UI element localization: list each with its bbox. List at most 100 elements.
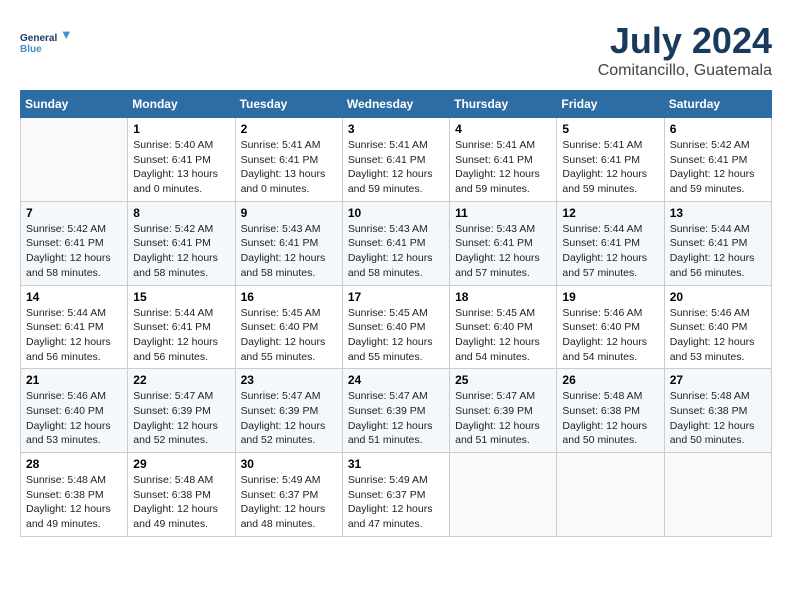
day-info: Sunrise: 5:41 AM Sunset: 6:41 PM Dayligh… xyxy=(348,138,444,197)
day-info: Sunrise: 5:49 AM Sunset: 6:37 PM Dayligh… xyxy=(348,473,444,532)
day-cell: 5 Sunrise: 5:41 AM Sunset: 6:41 PM Dayli… xyxy=(557,118,664,202)
day-cell: 24 Sunrise: 5:47 AM Sunset: 6:39 PM Dayl… xyxy=(342,369,449,453)
sunrise-label: Sunrise: 5:49 AM xyxy=(348,474,428,486)
sunrise-label: Sunrise: 5:48 AM xyxy=(133,474,213,486)
sunrise-label: Sunrise: 5:42 AM xyxy=(133,223,213,235)
day-cell: 29 Sunrise: 5:48 AM Sunset: 6:38 PM Dayl… xyxy=(128,453,235,537)
sunrise-label: Sunrise: 5:44 AM xyxy=(26,307,106,319)
day-info: Sunrise: 5:48 AM Sunset: 6:38 PM Dayligh… xyxy=(562,389,658,448)
sunrise-label: Sunrise: 5:41 AM xyxy=(562,139,642,151)
day-cell: 9 Sunrise: 5:43 AM Sunset: 6:41 PM Dayli… xyxy=(235,201,342,285)
week-row-5: 28 Sunrise: 5:48 AM Sunset: 6:38 PM Dayl… xyxy=(21,453,772,537)
daylight-label: Daylight: 12 hours and 57 minutes. xyxy=(455,252,540,279)
day-cell: 16 Sunrise: 5:45 AM Sunset: 6:40 PM Dayl… xyxy=(235,285,342,369)
daylight-label: Daylight: 12 hours and 58 minutes. xyxy=(348,252,433,279)
sunrise-label: Sunrise: 5:43 AM xyxy=(241,223,321,235)
day-number: 21 xyxy=(26,373,122,387)
daylight-label: Daylight: 13 hours and 0 minutes. xyxy=(133,168,218,195)
day-number: 29 xyxy=(133,457,229,471)
daylight-label: Daylight: 12 hours and 56 minutes. xyxy=(133,336,218,363)
sunset-label: Sunset: 6:41 PM xyxy=(241,154,319,166)
day-cell: 17 Sunrise: 5:45 AM Sunset: 6:40 PM Dayl… xyxy=(342,285,449,369)
day-cell xyxy=(664,453,771,537)
day-number: 19 xyxy=(562,290,658,304)
day-info: Sunrise: 5:47 AM Sunset: 6:39 PM Dayligh… xyxy=(133,389,229,448)
daylight-label: Daylight: 12 hours and 58 minutes. xyxy=(26,252,111,279)
daylight-label: Daylight: 12 hours and 54 minutes. xyxy=(455,336,540,363)
day-info: Sunrise: 5:42 AM Sunset: 6:41 PM Dayligh… xyxy=(26,222,122,281)
daylight-label: Daylight: 12 hours and 52 minutes. xyxy=(133,420,218,447)
daylight-label: Daylight: 12 hours and 52 minutes. xyxy=(241,420,326,447)
sunset-label: Sunset: 6:41 PM xyxy=(348,237,426,249)
sunrise-label: Sunrise: 5:46 AM xyxy=(670,307,750,319)
daylight-label: Daylight: 12 hours and 47 minutes. xyxy=(348,503,433,530)
sunset-label: Sunset: 6:38 PM xyxy=(670,405,748,417)
sunset-label: Sunset: 6:40 PM xyxy=(348,321,426,333)
sunset-label: Sunset: 6:38 PM xyxy=(133,489,211,501)
svg-text:Blue: Blue xyxy=(20,44,42,55)
day-info: Sunrise: 5:45 AM Sunset: 6:40 PM Dayligh… xyxy=(455,306,551,365)
daylight-label: Daylight: 12 hours and 59 minutes. xyxy=(562,168,647,195)
sunrise-label: Sunrise: 5:44 AM xyxy=(562,223,642,235)
daylight-label: Daylight: 12 hours and 53 minutes. xyxy=(26,420,111,447)
day-cell: 31 Sunrise: 5:49 AM Sunset: 6:37 PM Dayl… xyxy=(342,453,449,537)
daylight-label: Daylight: 12 hours and 51 minutes. xyxy=(455,420,540,447)
day-info: Sunrise: 5:47 AM Sunset: 6:39 PM Dayligh… xyxy=(348,389,444,448)
day-cell: 30 Sunrise: 5:49 AM Sunset: 6:37 PM Dayl… xyxy=(235,453,342,537)
sunset-label: Sunset: 6:41 PM xyxy=(670,237,748,249)
sunrise-label: Sunrise: 5:42 AM xyxy=(26,223,106,235)
day-number: 13 xyxy=(670,206,766,220)
sunrise-label: Sunrise: 5:41 AM xyxy=(348,139,428,151)
day-info: Sunrise: 5:48 AM Sunset: 6:38 PM Dayligh… xyxy=(133,473,229,532)
column-header-saturday: Saturday xyxy=(664,91,771,118)
day-cell: 12 Sunrise: 5:44 AM Sunset: 6:41 PM Dayl… xyxy=(557,201,664,285)
day-info: Sunrise: 5:44 AM Sunset: 6:41 PM Dayligh… xyxy=(26,306,122,365)
day-number: 4 xyxy=(455,122,551,136)
daylight-label: Daylight: 12 hours and 58 minutes. xyxy=(133,252,218,279)
day-cell: 19 Sunrise: 5:46 AM Sunset: 6:40 PM Dayl… xyxy=(557,285,664,369)
day-number: 18 xyxy=(455,290,551,304)
sunrise-label: Sunrise: 5:45 AM xyxy=(455,307,535,319)
daylight-label: Daylight: 12 hours and 59 minutes. xyxy=(348,168,433,195)
sunset-label: Sunset: 6:40 PM xyxy=(455,321,533,333)
sunrise-label: Sunrise: 5:44 AM xyxy=(670,223,750,235)
day-info: Sunrise: 5:42 AM Sunset: 6:41 PM Dayligh… xyxy=(670,138,766,197)
sunset-label: Sunset: 6:39 PM xyxy=(455,405,533,417)
daylight-label: Daylight: 12 hours and 59 minutes. xyxy=(670,168,755,195)
sunrise-label: Sunrise: 5:47 AM xyxy=(455,390,535,402)
daylight-label: Daylight: 12 hours and 50 minutes. xyxy=(670,420,755,447)
day-cell: 13 Sunrise: 5:44 AM Sunset: 6:41 PM Dayl… xyxy=(664,201,771,285)
day-info: Sunrise: 5:46 AM Sunset: 6:40 PM Dayligh… xyxy=(562,306,658,365)
day-info: Sunrise: 5:47 AM Sunset: 6:39 PM Dayligh… xyxy=(455,389,551,448)
sunrise-label: Sunrise: 5:48 AM xyxy=(26,474,106,486)
sunrise-label: Sunrise: 5:47 AM xyxy=(348,390,428,402)
sunset-label: Sunset: 6:39 PM xyxy=(241,405,319,417)
sunset-label: Sunset: 6:41 PM xyxy=(455,154,533,166)
day-number: 20 xyxy=(670,290,766,304)
sunset-label: Sunset: 6:37 PM xyxy=(241,489,319,501)
day-cell: 23 Sunrise: 5:47 AM Sunset: 6:39 PM Dayl… xyxy=(235,369,342,453)
sunset-label: Sunset: 6:41 PM xyxy=(348,154,426,166)
sunrise-label: Sunrise: 5:48 AM xyxy=(670,390,750,402)
week-row-1: 1 Sunrise: 5:40 AM Sunset: 6:41 PM Dayli… xyxy=(21,118,772,202)
day-cell: 7 Sunrise: 5:42 AM Sunset: 6:41 PM Dayli… xyxy=(21,201,128,285)
day-cell: 11 Sunrise: 5:43 AM Sunset: 6:41 PM Dayl… xyxy=(450,201,557,285)
day-number: 23 xyxy=(241,373,337,387)
day-number: 25 xyxy=(455,373,551,387)
day-info: Sunrise: 5:41 AM Sunset: 6:41 PM Dayligh… xyxy=(455,138,551,197)
week-row-4: 21 Sunrise: 5:46 AM Sunset: 6:40 PM Dayl… xyxy=(21,369,772,453)
sunset-label: Sunset: 6:40 PM xyxy=(26,405,104,417)
sunset-label: Sunset: 6:41 PM xyxy=(26,237,104,249)
title-block: July 2024 Comitancillo, Guatemala xyxy=(598,20,772,80)
sunset-label: Sunset: 6:41 PM xyxy=(133,237,211,249)
day-info: Sunrise: 5:42 AM Sunset: 6:41 PM Dayligh… xyxy=(133,222,229,281)
sunrise-label: Sunrise: 5:43 AM xyxy=(455,223,535,235)
day-cell: 21 Sunrise: 5:46 AM Sunset: 6:40 PM Dayl… xyxy=(21,369,128,453)
day-number: 7 xyxy=(26,206,122,220)
daylight-label: Daylight: 12 hours and 48 minutes. xyxy=(241,503,326,530)
daylight-label: Daylight: 13 hours and 0 minutes. xyxy=(241,168,326,195)
day-cell: 1 Sunrise: 5:40 AM Sunset: 6:41 PM Dayli… xyxy=(128,118,235,202)
day-number: 6 xyxy=(670,122,766,136)
sunrise-label: Sunrise: 5:45 AM xyxy=(241,307,321,319)
day-cell: 26 Sunrise: 5:48 AM Sunset: 6:38 PM Dayl… xyxy=(557,369,664,453)
